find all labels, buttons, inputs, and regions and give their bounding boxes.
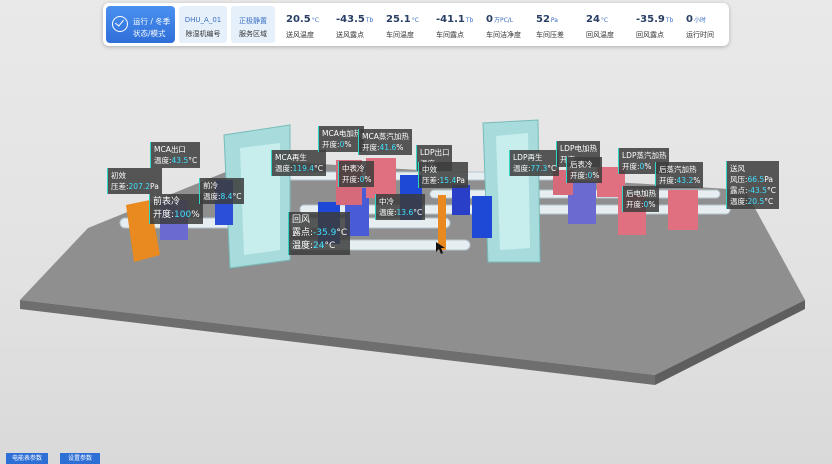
service-area-label: 服务区域 xyxy=(239,30,267,38)
label-mca-steam-heat: MCA蒸汽加热 开度:41.6% xyxy=(358,129,412,155)
label-ldp-regen: LDP再生 温度:77.3°C xyxy=(509,150,560,176)
mode-state: 运行 / 冬季 xyxy=(133,17,171,26)
mode-toggle-button[interactable]: 运行 / 冬季 状态/模式 xyxy=(106,6,175,43)
label-zhongleng: 中冷 温度:13.6°C xyxy=(375,194,426,220)
label-huifeng: 回风 露点:-35.9°C 温度:24°C xyxy=(288,212,351,255)
unit-id-value: DHU_A_01 xyxy=(184,16,222,24)
unit-id-box: DHU_A_01 除湿机编号 xyxy=(179,6,227,43)
label-hou-steam-heat: 后蒸汽加热 开度:43.2% xyxy=(655,162,704,188)
meter-params-button[interactable]: 电能表参数 xyxy=(6,453,48,464)
label-hou-elec-heat: 后电加热 开度:0% xyxy=(622,186,659,212)
service-area-value: 正极静置 xyxy=(239,17,267,25)
check-circle-icon xyxy=(112,16,128,32)
settings-button[interactable]: 设置参数 xyxy=(60,453,100,464)
label-mca-regen: MCA再生 温度:119.4°C xyxy=(271,150,327,176)
label-zhongbiaoleng: 中表冷 开度:0% xyxy=(338,161,375,187)
label-songfeng: 送风 风压:66.5Pa 露点:-43.5°C 温度:20.5°C xyxy=(726,161,779,209)
label-chuxiao: 初效 压差:207.2Pa xyxy=(107,168,162,194)
status-bar: 运行 / 冬季 状态/模式 DHU_A_01 除湿机编号 正极静置 服务区域 2… xyxy=(103,3,729,46)
unit-id-label: 除湿机编号 xyxy=(185,30,221,38)
label-qianbiaoleng: 前表冷 开度:100% xyxy=(149,194,203,224)
label-qianleng: 前冷 温度:8.4°C xyxy=(199,178,245,204)
label-mca-out: MCA出口 温度:43.5°C xyxy=(150,142,201,168)
label-zhongxiao: 中效 压差:15.4Pa xyxy=(418,162,469,188)
service-area-box: 正极静置 服务区域 xyxy=(231,6,275,43)
mode-label: 状态/模式 xyxy=(133,29,166,38)
label-houbiaoleng: 后表冷 开度:0% xyxy=(566,157,603,183)
unit-3d-scene xyxy=(20,119,805,385)
